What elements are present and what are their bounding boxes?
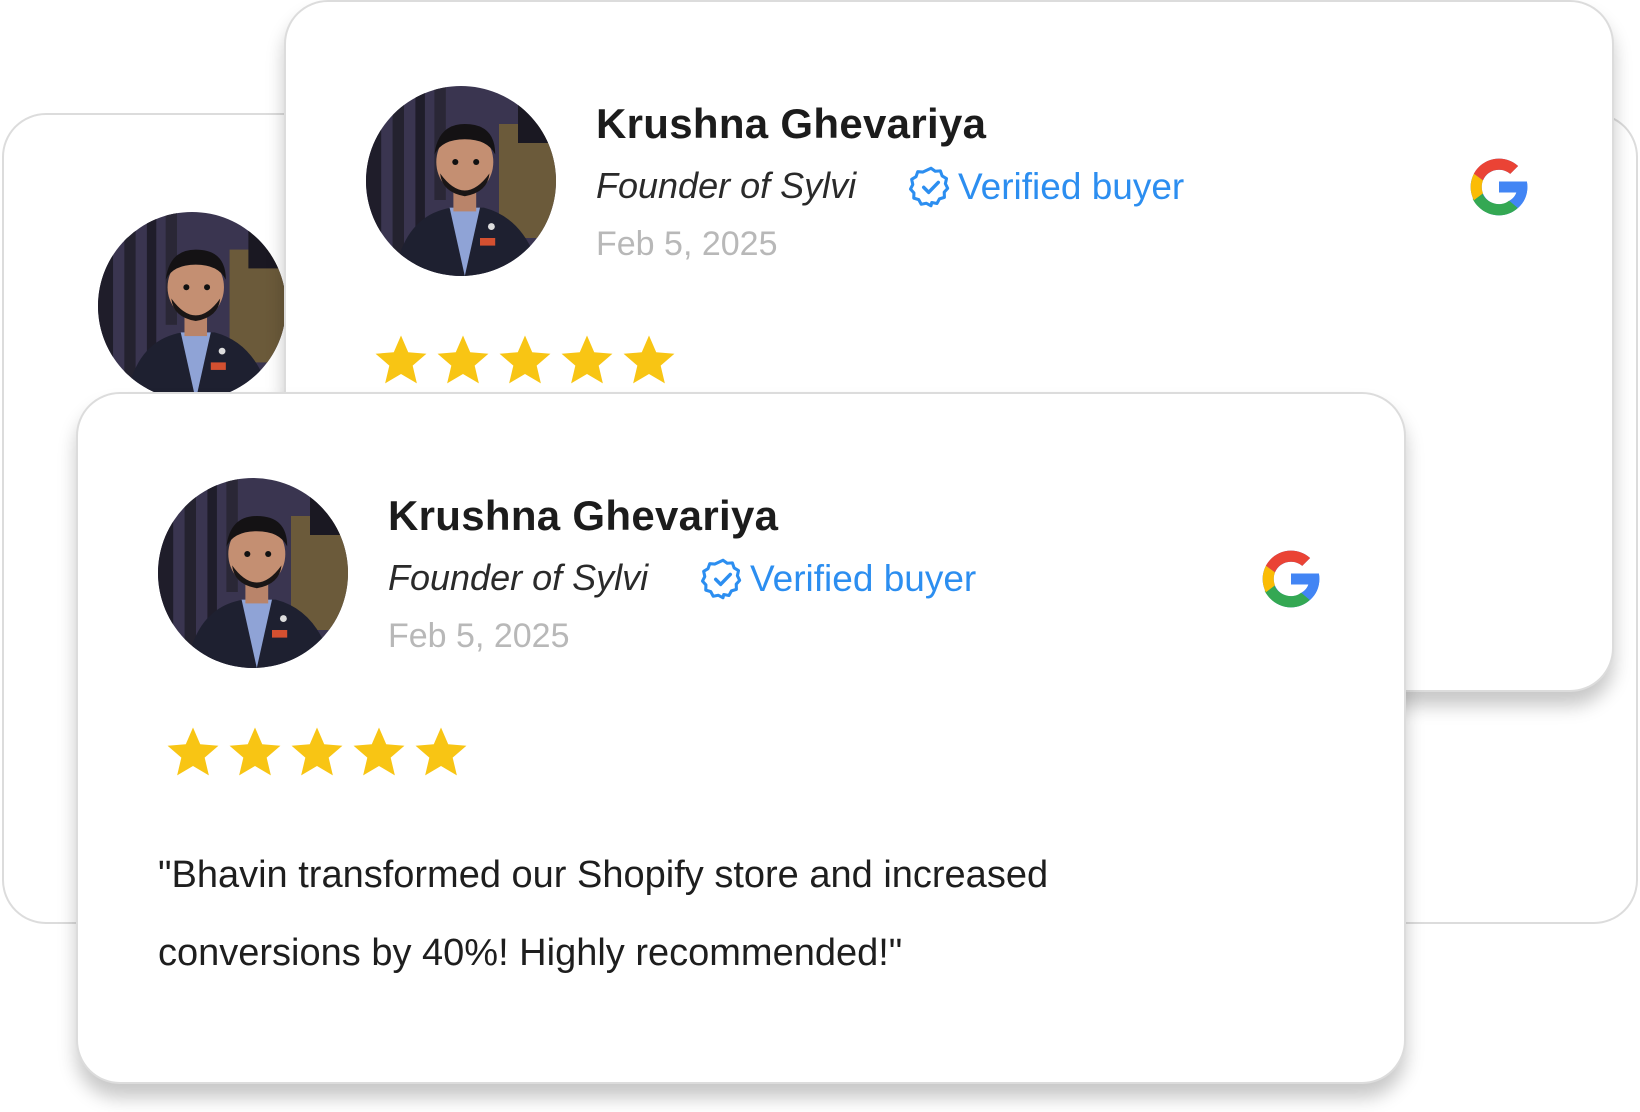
google-icon xyxy=(1462,150,1536,224)
star-rating xyxy=(372,332,678,388)
google-icon xyxy=(1254,542,1328,616)
reviewer-name: Krushna Ghevariya xyxy=(388,492,779,539)
star-icon xyxy=(350,724,408,780)
review-quote-line: "Bhavin transformed our Shopify store an… xyxy=(158,854,1049,896)
verified-buyer-badge: Verified buyer xyxy=(700,556,976,602)
verified-label: Verified buyer xyxy=(958,166,1185,207)
verified-label: Verified buyer xyxy=(750,558,977,599)
review-card-front: Krushna Ghevariya Founder of Sylvi Verif… xyxy=(76,392,1406,1084)
star-icon xyxy=(496,332,554,388)
star-icon xyxy=(288,724,346,780)
star-icon xyxy=(226,724,284,780)
review-stack: sed ed Krushna Ghevariya Founder of Sylv… xyxy=(0,0,1640,1112)
reviewer-avatar xyxy=(98,212,286,400)
reviewer-name: Krushna Ghevariya xyxy=(596,100,987,147)
reviewer-avatar xyxy=(158,478,348,668)
star-icon xyxy=(434,332,492,388)
verified-buyer-badge: Verified buyer xyxy=(908,164,1184,210)
star-icon xyxy=(620,332,678,388)
star-icon xyxy=(164,724,222,780)
review-quote-line: conversions by 40%! Highly recommended!" xyxy=(158,932,903,974)
verified-check-icon xyxy=(700,556,746,602)
reviewer-role: Founder of Sylvi xyxy=(596,165,857,206)
star-icon xyxy=(372,332,430,388)
reviewer-avatar xyxy=(366,86,556,276)
star-icon xyxy=(412,724,470,780)
review-date: Feb 5, 2025 xyxy=(596,225,778,263)
star-icon xyxy=(558,332,616,388)
review-quote: "Bhavin transformed our Shopify store an… xyxy=(158,836,1048,992)
verified-check-icon xyxy=(908,164,954,210)
review-date: Feb 5, 2025 xyxy=(388,617,570,655)
star-rating xyxy=(164,724,470,780)
reviewer-role: Founder of Sylvi xyxy=(388,557,649,598)
